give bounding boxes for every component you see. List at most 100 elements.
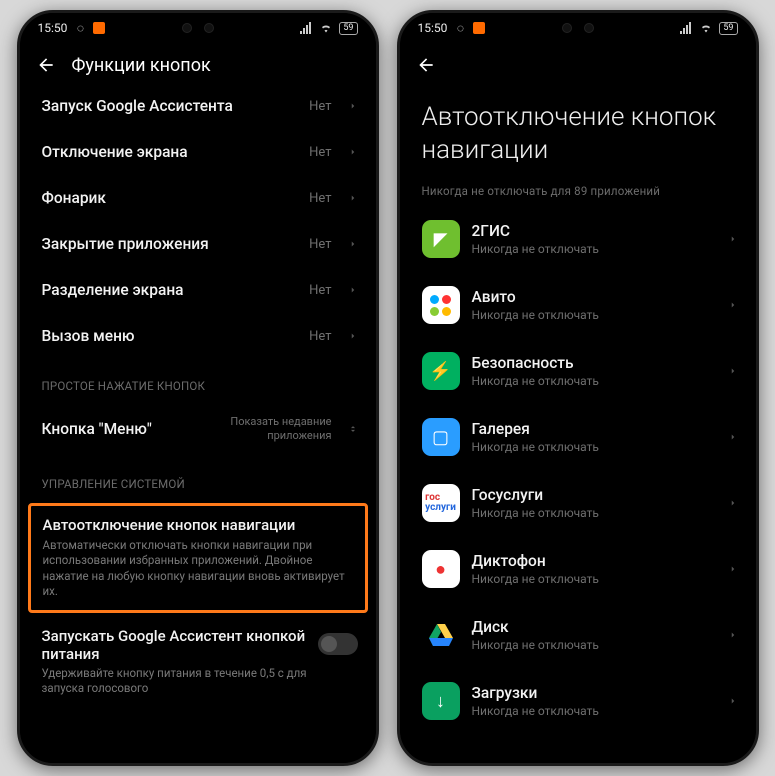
app-row[interactable]: Диск Никогда не отключать — [400, 602, 756, 668]
row-value: Нет — [309, 145, 331, 160]
clock-icon: ◌ — [73, 21, 87, 35]
chevron-right-icon — [348, 285, 358, 295]
app-icon: ◤ — [422, 220, 460, 258]
chevron-right-icon — [728, 366, 738, 376]
section-single-press: ПРОСТОЕ НАЖАТИЕ КНОПОК — [20, 359, 376, 401]
app-subtitle: Никогда не отключать — [472, 440, 712, 454]
app-row[interactable]: ● Диктофон Никогда не отключать — [400, 536, 756, 602]
settings-list: Запуск Google Ассистента Нет Отключение … — [20, 83, 376, 763]
section-system: УПРАВЛЕНИЕ СИСТЕМОЙ — [20, 457, 376, 499]
app-name: Галерея — [472, 420, 712, 438]
app-row[interactable]: ◤ 2ГИС Никогда не отключать — [400, 206, 756, 272]
status-time: 15:50 — [418, 21, 448, 35]
row-close-app[interactable]: Закрытие приложения Нет — [20, 221, 376, 267]
row-screen-off[interactable]: Отключение экрана Нет — [20, 129, 376, 175]
row-label: Запускать Google Ассистент кнопкой питан… — [42, 627, 308, 663]
row-google-assistant[interactable]: Запуск Google Ассистента Нет — [20, 83, 376, 129]
row-flashlight[interactable]: Фонарик Нет — [20, 175, 376, 221]
app-name: Диктофон — [472, 552, 712, 570]
app-row[interactable]: Авито Никогда не отключать — [400, 272, 756, 338]
back-button[interactable] — [34, 53, 58, 77]
chevron-right-icon — [728, 432, 738, 442]
row-description: Удерживайте кнопку питания в течение 0,5… — [42, 666, 308, 696]
app-row[interactable]: ⚡ Безопасность Никогда не отключать — [400, 338, 756, 404]
chevron-right-icon — [728, 234, 738, 244]
clock-icon: ◌ — [453, 21, 467, 35]
header: Функции кнопок — [20, 43, 376, 83]
chevron-right-icon — [728, 564, 738, 574]
app-list: ◤ 2ГИС Никогда не отключать Авито Никогда не… — [400, 206, 756, 763]
row-split-screen[interactable]: Разделение экрана Нет — [20, 267, 376, 313]
app-icon: ● — [422, 550, 460, 588]
row-label: Кнопка "Меню" — [42, 420, 219, 438]
row-label: Разделение экрана — [42, 281, 298, 299]
page-title: Автоотключение кнопок навигации — [400, 83, 756, 176]
row-auto-disable-nav[interactable]: Автоотключение кнопок навигации Автомати… — [28, 503, 368, 613]
header-title: Функции кнопок — [72, 55, 211, 76]
row-value: Показать недавние приложения — [230, 415, 331, 443]
app-icon: ⚡ — [422, 352, 460, 390]
camera-notch — [550, 23, 606, 35]
phone-right: 15:50 ◌ 59 Автоотключение кнопок навигац… — [397, 10, 759, 766]
app-subtitle: Никогда не отключать — [472, 572, 712, 586]
battery-icon: 59 — [339, 22, 357, 35]
row-assistant-power[interactable]: Запускать Google Ассистент кнопкой питан… — [20, 617, 376, 704]
wifi-icon — [699, 21, 713, 35]
back-button[interactable] — [414, 53, 438, 77]
battery-icon: 59 — [719, 22, 737, 35]
app-icon — [422, 616, 460, 654]
chevron-right-icon — [728, 696, 738, 706]
app-icon: госуслуги — [422, 484, 460, 522]
app-subtitle: Никогда не отключать — [472, 638, 712, 652]
row-description: Автоматически отключать кнопки навигации… — [43, 538, 353, 600]
app-row[interactable]: госуслуги Госуслуги Никогда не отключать — [400, 470, 756, 536]
app-indicator-icon — [93, 22, 105, 34]
app-icon: ▢ — [422, 418, 460, 456]
chevron-updown-icon — [348, 424, 358, 434]
app-row[interactable]: ↓ Загрузки Никогда не отключать — [400, 668, 756, 734]
signal-icon — [679, 21, 693, 35]
chevron-right-icon — [728, 630, 738, 640]
row-label: Автоотключение кнопок навигации — [43, 516, 353, 534]
signal-icon — [299, 21, 313, 35]
row-label: Вызов меню — [42, 327, 298, 345]
camera-notch — [170, 23, 226, 35]
app-name: Госуслуги — [472, 486, 712, 504]
status-time: 15:50 — [38, 21, 68, 35]
chevron-right-icon — [348, 101, 358, 111]
app-row[interactable]: ▢ Галерея Никогда не отключать — [400, 404, 756, 470]
row-label: Закрытие приложения — [42, 235, 298, 253]
app-name: Загрузки — [472, 684, 712, 702]
app-icon — [422, 286, 460, 324]
app-indicator-icon — [473, 22, 485, 34]
app-icon: ↓ — [422, 682, 460, 720]
apps-caption: Никогда не отключать для 89 приложений — [400, 176, 756, 206]
wifi-icon — [319, 21, 333, 35]
chevron-right-icon — [348, 239, 358, 249]
app-name: 2ГИС — [472, 222, 712, 240]
row-value: Нет — [309, 191, 331, 206]
header — [400, 43, 756, 83]
chevron-right-icon — [728, 498, 738, 508]
row-menu-call[interactable]: Вызов меню Нет — [20, 313, 376, 359]
chevron-right-icon — [348, 193, 358, 203]
row-menu-button[interactable]: Кнопка "Меню" Показать недавние приложен… — [20, 401, 376, 457]
row-label: Фонарик — [42, 189, 298, 207]
chevron-right-icon — [348, 331, 358, 341]
app-name: Диск — [472, 618, 712, 636]
app-subtitle: Никогда не отключать — [472, 506, 712, 520]
app-subtitle: Никогда не отключать — [472, 704, 712, 718]
toggle-switch[interactable] — [318, 633, 358, 655]
app-subtitle: Никогда не отключать — [472, 374, 712, 388]
row-value: Нет — [309, 99, 331, 114]
row-value: Нет — [309, 237, 331, 252]
row-label: Отключение экрана — [42, 143, 298, 161]
app-name: Безопасность — [472, 354, 712, 372]
chevron-right-icon — [348, 147, 358, 157]
phone-left: 15:50 ◌ 59 Функции кнопок Запу — [17, 10, 379, 766]
row-value: Нет — [309, 283, 331, 298]
app-subtitle: Никогда не отключать — [472, 308, 712, 322]
app-name: Авито — [472, 288, 712, 306]
row-label: Запуск Google Ассистента — [42, 97, 298, 115]
app-subtitle: Никогда не отключать — [472, 242, 712, 256]
